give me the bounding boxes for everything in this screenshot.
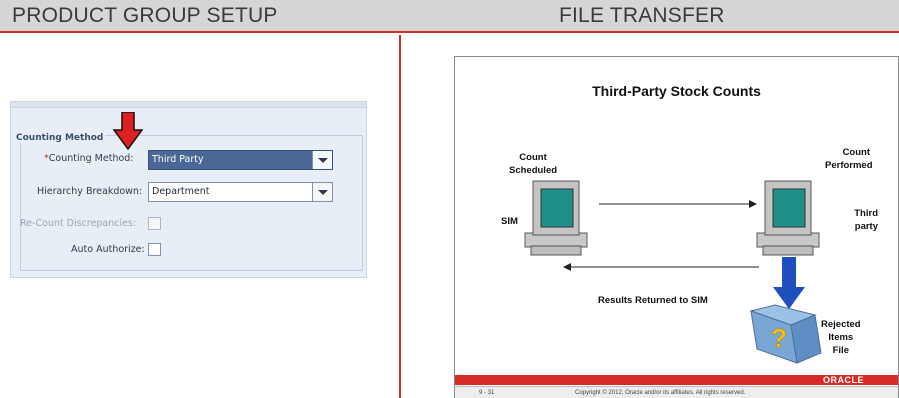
transfer-arrow-right-icon bbox=[599, 200, 757, 208]
counting-method-section-label: Counting Method bbox=[14, 133, 106, 143]
header-bar: PRODUCT GROUP SETUP FILE TRANSFER bbox=[0, 0, 899, 33]
hierarchy-breakdown-label: Hierarchy Breakdown: bbox=[37, 186, 143, 197]
oracle-logo: ORACLE bbox=[823, 375, 864, 385]
sim-label: SIM bbox=[501, 216, 518, 227]
results-returned-label: Results Returned to SIM bbox=[598, 295, 708, 306]
slide-copyright: Copyright © 2012, Oracle and/or its affi… bbox=[575, 390, 746, 396]
svg-text:?: ? bbox=[771, 323, 787, 353]
download-arrow-icon bbox=[773, 257, 805, 309]
return-arrow-left-icon bbox=[563, 263, 759, 271]
slide-page-number: 9 - 31 bbox=[479, 390, 495, 396]
count-scheduled-label: Count Scheduled bbox=[509, 152, 558, 176]
count-performed-label: Count Performed bbox=[825, 147, 873, 171]
annotation-arrow-icon bbox=[113, 112, 143, 150]
panel-top-strip bbox=[11, 102, 366, 108]
hierarchy-breakdown-select[interactable]: Department bbox=[148, 182, 333, 202]
counting-method-value: Third Party bbox=[152, 154, 204, 165]
sim-computer-icon bbox=[524, 180, 588, 256]
hierarchy-breakdown-value: Department bbox=[152, 186, 210, 197]
chevron-down-icon[interactable] bbox=[312, 183, 332, 201]
product-group-setup-title: PRODUCT GROUP SETUP bbox=[12, 4, 278, 27]
counting-method-select[interactable]: Third Party bbox=[148, 150, 333, 170]
third-party-label: Third party bbox=[854, 208, 878, 232]
auto-authorize-label: Auto Authorize: bbox=[71, 244, 145, 255]
slide-panel: Third-Party Stock Counts ? Count Schedul… bbox=[454, 56, 899, 398]
file-transfer-title: FILE TRANSFER bbox=[559, 4, 725, 27]
vertical-divider bbox=[399, 35, 401, 398]
rejected-items-file-label: Rejected Items File bbox=[821, 319, 861, 356]
recount-discrepancies-label: Re-Count Discrepancies: bbox=[20, 218, 137, 229]
chevron-down-icon[interactable] bbox=[312, 151, 332, 169]
auto-authorize-checkbox[interactable] bbox=[148, 243, 161, 256]
counting-method-label-text: Counting Method: bbox=[48, 153, 134, 164]
recount-discrepancies-checkbox[interactable] bbox=[148, 217, 161, 230]
counting-method-label: *Counting Method: bbox=[44, 153, 134, 164]
rejected-file-folder-icon: ? bbox=[749, 304, 822, 364]
third-party-computer-icon bbox=[756, 180, 820, 256]
